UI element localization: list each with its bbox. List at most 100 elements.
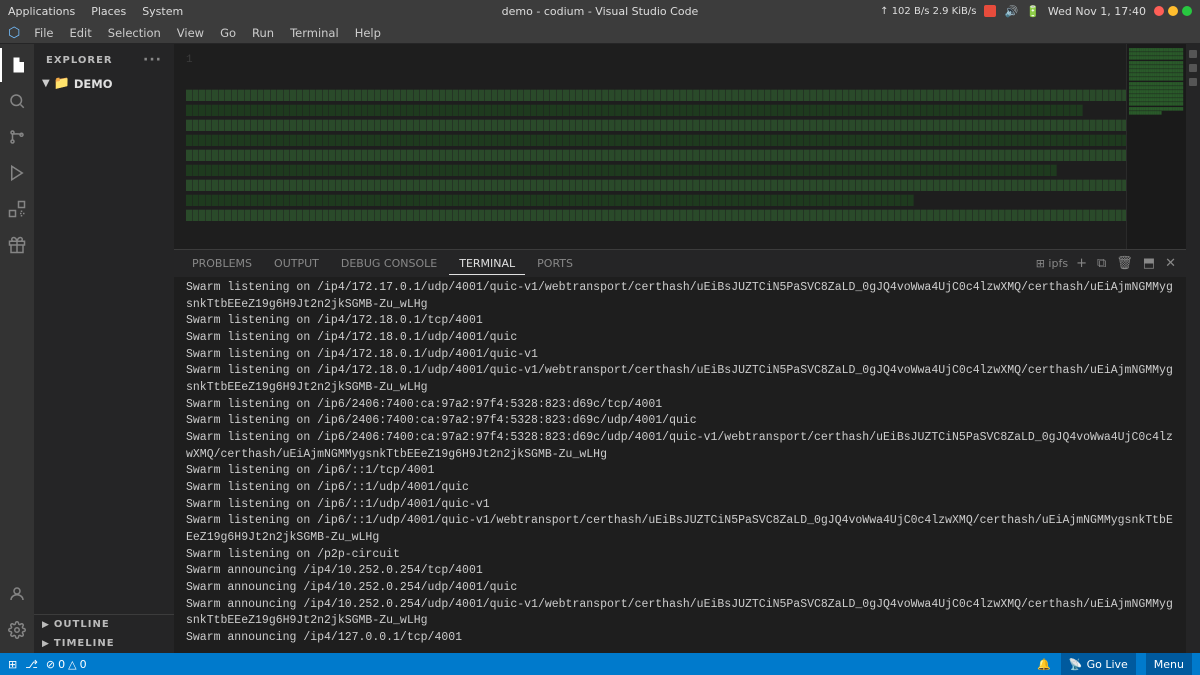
- maximize-panel-button[interactable]: ⬒: [1141, 256, 1157, 271]
- timeline-section[interactable]: ▶ TIMELINE: [34, 634, 174, 653]
- chevron-right-icon2: ▶: [42, 639, 50, 649]
- term-line: Swarm announcing /ip4/10.252.0.254/tcp/4…: [186, 563, 1174, 580]
- network-status: ↑ 102 B/s 2.9 KiB/s: [880, 6, 976, 17]
- help-menu[interactable]: Help: [349, 24, 387, 42]
- editor-area: 1 ██████████████████████████████████████…: [174, 44, 1186, 653]
- warning-count: 0: [80, 658, 87, 671]
- code-background: 1 ██████████████████████████████████████…: [174, 44, 1186, 249]
- term-line: Swarm listening on /ip6/2406:7400:ca:97a…: [186, 413, 1174, 430]
- remote-icon: ⊞: [8, 658, 17, 671]
- battery-icon: 🔋: [1026, 5, 1040, 18]
- rsb-dot: [1189, 78, 1197, 86]
- volume-icon[interactable]: 🔊: [1004, 5, 1018, 18]
- close-button[interactable]: [1154, 6, 1164, 16]
- source-control-icon[interactable]: [0, 120, 34, 154]
- term-line: Swarm listening on /p2p-circuit: [186, 547, 1174, 564]
- tab-ports[interactable]: PORTS: [527, 253, 583, 275]
- run-menu[interactable]: Run: [246, 24, 280, 42]
- tab-output[interactable]: OUTPUT: [264, 253, 329, 275]
- git-status[interactable]: ⎇: [25, 658, 38, 671]
- terminal-tabs-left: PROBLEMS OUTPUT DEBUG CONSOLE TERMINAL P…: [182, 253, 583, 275]
- extensions-icon[interactable]: [0, 192, 34, 226]
- status-bar: ⊞ ⎇ ⊘ 0 △ 0 🔔 📡 Go Live Menu: [0, 653, 1200, 675]
- notification-icon[interactable]: 🔔: [1037, 658, 1051, 671]
- places-menu[interactable]: Places: [91, 5, 126, 18]
- folder-icon: 📁: [54, 76, 70, 91]
- term-line: Swarm listening on /ip6/::1/tcp/4001: [186, 463, 1174, 480]
- applications-menu[interactable]: Applications: [8, 5, 75, 18]
- error-icon: ⊘: [46, 658, 55, 671]
- term-line: Swarm announcing /ip4/10.252.0.254/udp/4…: [186, 580, 1174, 597]
- system-bar-left: Applications Places System: [8, 5, 183, 18]
- add-terminal-button[interactable]: +: [1074, 256, 1089, 271]
- sidebar-header: EXPLORER ···: [34, 44, 174, 72]
- chevron-down-icon: ▼: [42, 78, 50, 89]
- edit-menu[interactable]: Edit: [63, 24, 97, 42]
- window-title: demo - codium - Visual Studio Code: [502, 5, 699, 18]
- terminal-menu[interactable]: Terminal: [284, 24, 345, 42]
- chevron-right-icon: ▶: [42, 620, 50, 630]
- term-line: Swarm announcing /ip4/10.252.0.254/udp/4…: [186, 597, 1174, 630]
- demo-folder-label: DEMO: [74, 77, 113, 91]
- terminal-content[interactable]: → [ santhoshm @ paradise ] - [ ~/Persona…: [174, 277, 1186, 653]
- tab-terminal[interactable]: TERMINAL: [449, 253, 525, 275]
- sidebar-more-icon[interactable]: ···: [143, 52, 162, 68]
- right-sidebar: [1186, 44, 1200, 653]
- rsb-dot: [1189, 64, 1197, 72]
- warning-icon: △: [68, 658, 76, 671]
- menu-bar: ⬡ File Edit Selection View Go Run Termin…: [0, 22, 1200, 44]
- status-bar-left: ⊞ ⎇ ⊘ 0 △ 0: [8, 658, 87, 671]
- sidebar-bottom: ▶ OUTLINE ▶ TIMELINE: [34, 614, 174, 653]
- search-icon[interactable]: [0, 84, 34, 118]
- activity-bottom: [0, 577, 34, 653]
- terminal-tabs-right: ⊞ ipfs + ⧉ 🗑 ⬒ ✕: [1036, 256, 1178, 271]
- maximize-button[interactable]: [1182, 6, 1192, 16]
- error-count: 0: [58, 658, 65, 671]
- demo-folder[interactable]: ▼ 📁 DEMO: [34, 74, 174, 93]
- system-bar-right: ↑ 102 B/s 2.9 KiB/s 🔊 🔋 Wed Nov 1, 17:40: [880, 5, 1192, 18]
- term-line: Swarm listening on /ip4/172.18.0.1/udp/4…: [186, 347, 1174, 364]
- sidebar: EXPLORER ··· ▼ 📁 DEMO ▶ OUTLINE ▶ TIMELI…: [34, 44, 174, 653]
- remote-status[interactable]: ⊞: [8, 658, 17, 671]
- broadcast-icon: 📡: [1069, 658, 1083, 671]
- term-line: Swarm announcing /ip4/127.0.0.1/tcp/4001: [186, 630, 1174, 647]
- split-terminal-button[interactable]: ⧉: [1095, 256, 1108, 271]
- app-container: EXPLORER ··· ▼ 📁 DEMO ▶ OUTLINE ▶ TIMELI…: [0, 44, 1200, 653]
- file-menu[interactable]: File: [28, 24, 59, 42]
- settings-icon[interactable]: [0, 613, 34, 647]
- recording-icon: [984, 5, 996, 17]
- ipfs-label: ⊞ ipfs: [1036, 257, 1068, 270]
- trash-button[interactable]: 🗑: [1114, 256, 1135, 271]
- tab-debug-console[interactable]: DEBUG CONSOLE: [331, 253, 447, 275]
- terminal-tabs: PROBLEMS OUTPUT DEBUG CONSOLE TERMINAL P…: [174, 249, 1186, 277]
- term-line: Swarm listening on /ip6/2406:7400:ca:97a…: [186, 397, 1174, 414]
- selection-menu[interactable]: Selection: [102, 24, 167, 42]
- term-line: Swarm listening on /ip4/172.18.0.1/tcp/4…: [186, 313, 1174, 330]
- rsb-dot: [1189, 50, 1197, 58]
- remote-icon[interactable]: [0, 228, 34, 262]
- view-menu[interactable]: View: [171, 24, 210, 42]
- term-line: Swarm listening on /ip4/172.18.0.1/udp/4…: [186, 363, 1174, 396]
- go-menu[interactable]: Go: [214, 24, 242, 42]
- term-line: Swarm listening on /ip6/::1/udp/4001/qui…: [186, 513, 1174, 546]
- term-line: Swarm listening on /ip6/2406:7400:ca:97a…: [186, 430, 1174, 463]
- explorer-title: EXPLORER: [46, 55, 113, 66]
- tab-problems[interactable]: PROBLEMS: [182, 253, 262, 275]
- code-area[interactable]: 1 ██████████████████████████████████████…: [174, 44, 1186, 249]
- menu-button[interactable]: Menu: [1146, 653, 1192, 675]
- account-icon[interactable]: [0, 577, 34, 611]
- errors-status[interactable]: ⊘ 0 △ 0: [46, 658, 87, 671]
- go-live-button[interactable]: 📡 Go Live: [1061, 653, 1136, 675]
- files-icon[interactable]: [0, 48, 34, 82]
- status-bar-right: 🔔 📡 Go Live Menu: [1037, 653, 1192, 675]
- outline-section[interactable]: ▶ OUTLINE: [34, 615, 174, 634]
- minimize-button[interactable]: [1168, 6, 1178, 16]
- system-menu[interactable]: System: [142, 5, 183, 18]
- close-panel-button[interactable]: ✕: [1163, 256, 1178, 271]
- window-controls[interactable]: [1154, 6, 1192, 16]
- debug-icon[interactable]: [0, 156, 34, 190]
- term-line: Swarm listening on /ip4/172.18.0.1/udp/4…: [186, 330, 1174, 347]
- datetime: Wed Nov 1, 17:40: [1048, 5, 1146, 18]
- git-branch-icon: ⎇: [25, 658, 38, 671]
- vscode-logo-icon: ⬡: [8, 25, 20, 41]
